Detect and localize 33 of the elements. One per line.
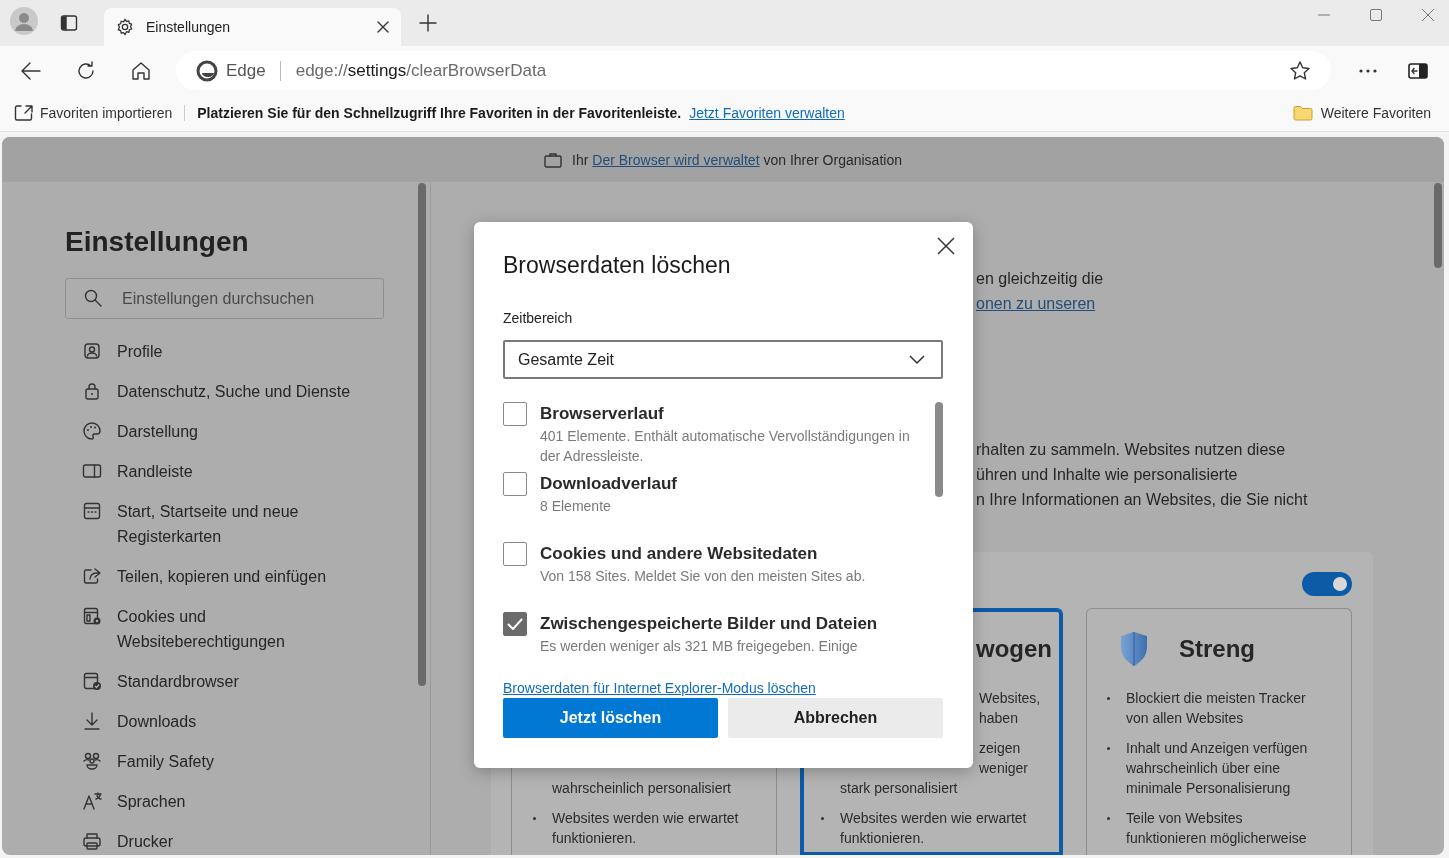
option-label: Zwischengespeicherte Bilder und Dateien	[540, 613, 879, 635]
card-text: Inhalt und Anzeigen verfügen wahrscheinlich über eine minimale Personalisierung	[1126, 739, 1309, 798]
option-label: Browserverlauf	[540, 403, 665, 425]
card-title: wogen	[976, 634, 1052, 663]
description-text: n Ihre Informationen an Websites, die Sie nicht	[976, 490, 1308, 510]
dialog-title: Browserdaten löschen	[503, 251, 732, 280]
card-text: weniger	[979, 759, 1029, 778]
managed-notice: Ihr Der Browser wird verwaltet von Ihrer Organisation	[572, 151, 902, 168]
card-text: Teile von Websites funktionieren möglicherweise	[1126, 809, 1308, 848]
card-text: wahrscheinlich personalisiert	[552, 779, 732, 798]
intro-text: en gleichzeitig die	[976, 269, 1104, 289]
site-label: Edge	[226, 60, 281, 81]
favorites-hint: Platzieren Sie für den Schnellzugriff Ihre Favoriten in der Favoritenleiste.	[197, 105, 682, 121]
option-description: Es werden weniger als 321 MB freigegeben. Einige	[540, 637, 859, 655]
option-description: 8 Elemente	[540, 497, 612, 516]
option-description: Von 158 Sites. Meldet Sie von den meisten Sites ab.	[540, 567, 867, 586]
settings-title: Einstellungen	[65, 225, 250, 259]
card-text: zeigen	[979, 739, 1021, 758]
field-label: Zeitbereich	[503, 309, 574, 327]
option-description: 401 Elemente. Enthält automatische Vervollständigungen in der Adressleiste.	[540, 427, 911, 466]
option-label: Cookies und andere Websitedaten	[540, 543, 819, 565]
card-text: Websites,	[979, 689, 1041, 708]
card-title: Streng	[1179, 634, 1255, 663]
description-text: rhalten zu sammeln. Websites nutzen diese	[976, 440, 1286, 460]
option-label: Downloadverlauf	[540, 473, 678, 495]
card-text: Websites werden wie erwartet funktionieren.	[552, 809, 740, 848]
card-text: Websites werden wie erwartet funktionieren.	[840, 809, 1028, 848]
tab-title: Einstellungen	[146, 19, 232, 35]
description-text: ühren und Inhalte wie personalisierte	[976, 465, 1238, 485]
card-text: Blockiert die meisten Tracker von allen Websites	[1126, 689, 1307, 728]
card-text: stark personalisiert	[840, 779, 959, 798]
card-text: haben	[979, 709, 1018, 728]
url-text: edge://settings/clearBrowserData	[295, 60, 548, 81]
